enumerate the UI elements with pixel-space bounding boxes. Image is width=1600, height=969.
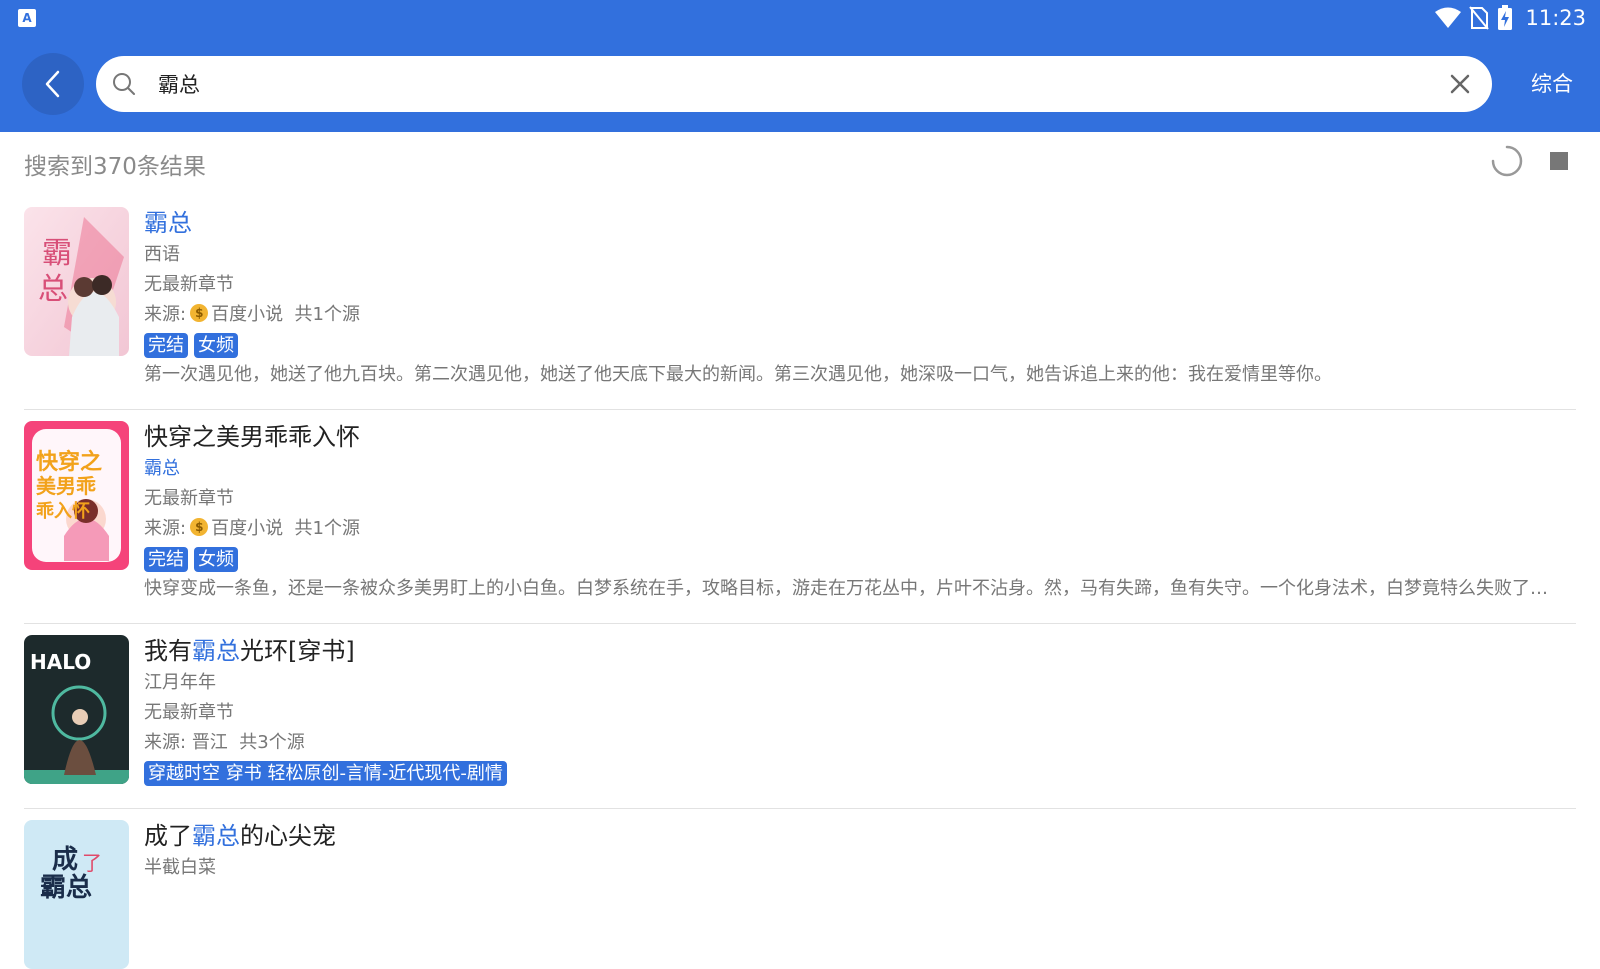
book-author: 江月年年	[144, 672, 216, 693]
book-info: 我有霸总光环[穿书] 江月年年 无最新章节 来源: 晋江 共3个源 穿越时空 穿…	[144, 634, 1584, 788]
stop-button[interactable]	[1550, 152, 1568, 170]
book-author: 半截白菜	[144, 857, 216, 878]
no-sim-icon	[1469, 6, 1490, 30]
svg-text:霸总: 霸总	[40, 873, 92, 903]
svg-text:乖入怀: 乖入怀	[36, 501, 90, 522]
svg-text:美男乖: 美男乖	[36, 474, 96, 498]
book-title: 我有霸总光环[穿书]	[144, 637, 355, 665]
svg-text:成: 成	[52, 845, 78, 875]
book-title: 快穿之美男乖乖入怀	[144, 423, 360, 451]
back-button[interactable]	[22, 53, 84, 115]
loading-spinner-icon	[1491, 145, 1523, 177]
clear-icon[interactable]	[1446, 70, 1474, 98]
result-count: 搜索到370条结果	[24, 154, 206, 180]
book-cover: 霸 总	[24, 207, 129, 356]
list-item[interactable]: HALO 我有霸总光环[穿书] 江月年年 无最新章节 来源: 晋江 共3个源 穿…	[0, 624, 1600, 809]
tag-badge: 女频	[194, 546, 238, 572]
book-cover: HALO	[24, 635, 129, 784]
book-info: 快穿之美男乖乖入怀 霸总 无最新章节 来源:百度小说 共1个源 完结 女频 快穿…	[144, 420, 1584, 604]
app-bar: A 11:23 霸总 综合	[0, 0, 1600, 132]
book-intro: 快穿变成一条鱼，还是一条被众多美男盯上的小白鱼。白梦系统在手，攻略目标，游走在万…	[144, 578, 1564, 599]
book-author: 霸总	[144, 458, 180, 479]
title-highlight: 霸总	[144, 209, 192, 237]
search-box[interactable]	[96, 56, 1492, 112]
list-item[interactable]: 霸 总 霸总 西语 无最新章节 来源:百度小说 共1个源 完结 女频 第一次遇见…	[0, 196, 1600, 410]
cover-title-text: HALO	[30, 650, 91, 674]
tag-badge: 完结	[144, 332, 188, 358]
tag-badge: 完结	[144, 546, 188, 572]
book-tags: 完结 女频	[144, 330, 1584, 360]
search-icon	[113, 73, 135, 95]
book-author: 西语	[144, 244, 180, 265]
title-highlight: 霸总	[192, 637, 240, 665]
money-bag-icon	[190, 304, 209, 322]
book-info: 霸总 西语 无最新章节 来源:百度小说 共1个源 完结 女频 第一次遇见他，她送…	[144, 206, 1584, 390]
svg-text:总: 总	[38, 272, 68, 307]
search-input[interactable]	[158, 65, 1428, 103]
clock: 11:23	[1525, 6, 1586, 30]
latest-chapter: 无最新章节	[144, 274, 234, 295]
book-title: 成了霸总的心尖宠	[144, 822, 336, 850]
book-source: 来源:百度小说 共1个源	[144, 514, 1584, 544]
list-item[interactable]: 成 了 霸总 成了霸总的心尖宠 半截白菜	[0, 809, 1600, 969]
wifi-icon	[1435, 7, 1462, 28]
filter-button[interactable]: 综合	[1512, 64, 1592, 104]
svg-text:了: 了	[82, 851, 102, 875]
tag-badge: 穿越时空 穿书 轻松原创-言情-近代现代-剧情	[144, 760, 507, 786]
book-source: 来源:百度小说 共1个源	[144, 300, 1584, 330]
book-tags: 完结 女频	[144, 544, 1584, 574]
app-notification-icon: A	[18, 9, 36, 27]
book-cover: 快穿之 美男乖 乖入怀	[24, 421, 129, 570]
latest-chapter: 无最新章节	[144, 702, 234, 723]
money-bag-icon	[190, 518, 209, 536]
result-header: 搜索到370条结果	[0, 132, 1600, 194]
book-cover: 成 了 霸总	[24, 820, 129, 969]
back-arrow-icon	[45, 70, 60, 98]
svg-text:快穿之: 快穿之	[36, 449, 102, 475]
book-info: 成了霸总的心尖宠 半截白菜	[144, 819, 1584, 883]
cover-title-text: 霸	[42, 236, 72, 271]
latest-chapter: 无最新章节	[144, 488, 234, 509]
list-item[interactable]: 快穿之 美男乖 乖入怀 快穿之美男乖乖入怀 霸总 无最新章节 来源:百度小说 共…	[0, 410, 1600, 624]
book-list: 霸 总 霸总 西语 无最新章节 来源:百度小说 共1个源 完结 女频 第一次遇见…	[0, 196, 1600, 969]
book-intro: 第一次遇见他，她送了他九百块。第二次遇见他，她送了他天底下最大的新闻。第三次遇见…	[144, 364, 1332, 385]
battery-charging-icon	[1498, 5, 1513, 30]
title-highlight: 霸总	[192, 822, 240, 850]
status-bar: A 11:23	[0, 0, 1600, 36]
tag-badge: 女频	[194, 332, 238, 358]
book-title: 霸总	[144, 206, 1584, 240]
book-tags: 穿越时空 穿书 轻松原创-言情-近代现代-剧情	[144, 758, 1584, 788]
status-icons: 11:23	[1435, 4, 1586, 32]
book-source: 来源: 晋江 共3个源	[144, 732, 305, 753]
